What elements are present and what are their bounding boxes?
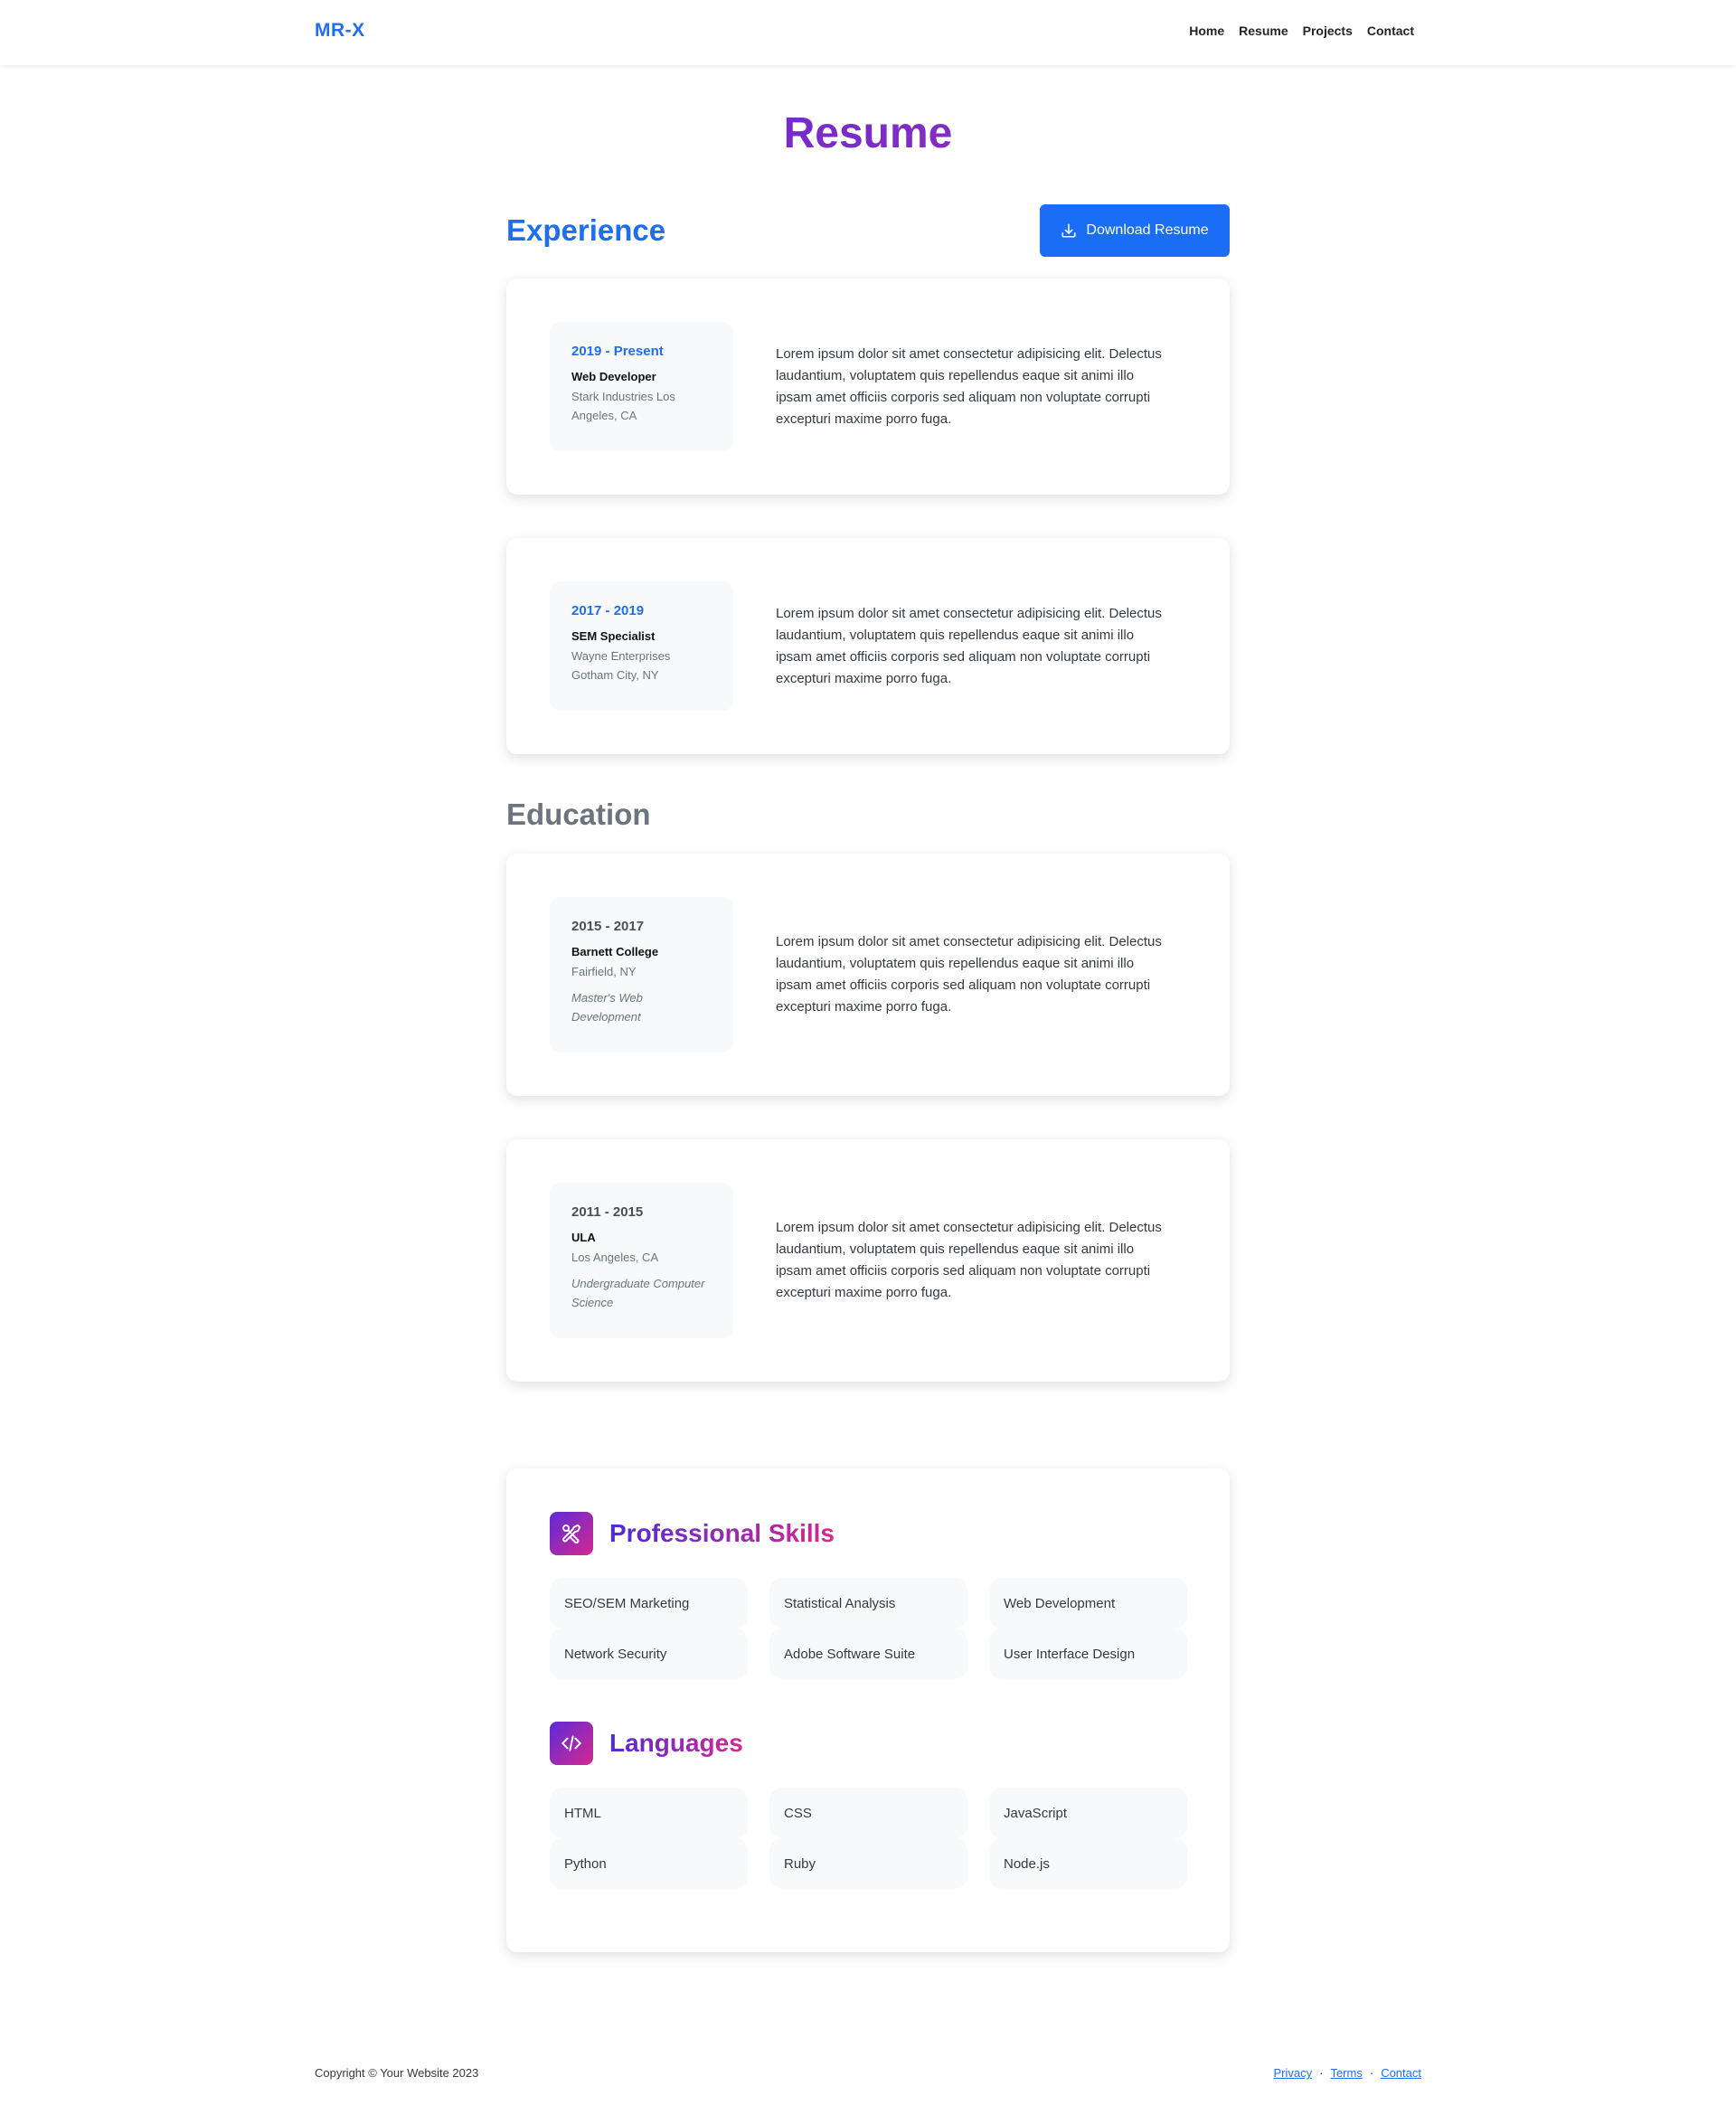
- languages-grid: HTML CSS JavaScript Python Ruby Node.js: [550, 1788, 1187, 1889]
- language-chip: Ruby: [769, 1838, 967, 1889]
- footer-link-contact[interactable]: Contact: [1381, 2066, 1421, 2080]
- experience-heading: Experience: [506, 213, 666, 247]
- education-meta: 2015 - 2017 Barnett College Fairfield, N…: [550, 897, 733, 1052]
- navbar: MR-X Home Resume Projects Contact: [0, 0, 1736, 65]
- experience-company: Stark Industries Los Angeles, CA: [571, 390, 675, 422]
- footer-separator: ·: [1369, 2066, 1374, 2080]
- download-icon: [1061, 223, 1076, 238]
- education-card: 2015 - 2017 Barnett College Fairfield, N…: [506, 854, 1230, 1096]
- education-description: Lorem ipsum dolor sit amet consectetur a…: [776, 1220, 1162, 1300]
- skill-chip: User Interface Design: [989, 1628, 1187, 1679]
- code-icon: [550, 1722, 593, 1765]
- education-meta: 2011 - 2015 ULA Los Angeles, CA Undergra…: [550, 1183, 733, 1338]
- education-degree: Undergraduate Computer Science: [571, 1277, 705, 1309]
- download-resume-button[interactable]: Download Resume: [1040, 204, 1230, 257]
- brand-logo[interactable]: MR-X: [315, 20, 365, 42]
- skills-grid: SEO/SEM Marketing Statistical Analysis W…: [550, 1578, 1187, 1679]
- nav-link-projects[interactable]: Projects: [1303, 24, 1353, 38]
- nav-links: Home Resume Projects Contact: [1189, 24, 1414, 38]
- page-title: Resume: [0, 109, 1736, 158]
- experience-description: Lorem ipsum dolor sit amet consectetur a…: [776, 346, 1162, 427]
- education-location: Fairfield, NY: [571, 965, 637, 978]
- language-chip: HTML: [550, 1788, 748, 1838]
- nav-link-home[interactable]: Home: [1189, 24, 1224, 38]
- professional-skills-title: Professional Skills: [609, 1519, 835, 1547]
- experience-description: Lorem ipsum dolor sit amet consectetur a…: [776, 606, 1162, 686]
- languages-header: Languages: [550, 1722, 743, 1765]
- languages-title: Languages: [609, 1729, 743, 1757]
- education-date: 2015 - 2017: [571, 919, 645, 934]
- education-degree: Master's Web Development: [571, 991, 643, 1024]
- education-date: 2011 - 2015: [571, 1204, 644, 1220]
- education-description: Lorem ipsum dolor sit amet consectetur a…: [776, 934, 1162, 1015]
- education-location: Los Angeles, CA: [571, 1251, 659, 1264]
- experience-date: 2017 - 2019: [571, 603, 645, 618]
- language-chip: JavaScript: [989, 1788, 1187, 1838]
- language-chip: Node.js: [989, 1838, 1187, 1889]
- skill-chip: Web Development: [989, 1578, 1187, 1628]
- education-school: ULA: [571, 1231, 596, 1244]
- skill-chip: Statistical Analysis: [769, 1578, 967, 1628]
- footer-separator: ·: [1319, 2066, 1324, 2080]
- experience-card: 2017 - 2019 SEM Specialist Wayne Enterpr…: [506, 538, 1230, 754]
- tools-icon: [550, 1512, 593, 1555]
- experience-meta: 2019 - Present Web Developer Stark Indus…: [550, 322, 733, 451]
- experience-card: 2019 - Present Web Developer Stark Indus…: [506, 278, 1230, 495]
- experience-title: Web Developer: [571, 370, 656, 383]
- language-chip: CSS: [769, 1788, 967, 1838]
- footer-link-terms[interactable]: Terms: [1330, 2066, 1362, 2080]
- nav-link-resume[interactable]: Resume: [1239, 24, 1288, 38]
- education-heading: Education: [506, 798, 651, 831]
- download-resume-label: Download Resume: [1086, 222, 1209, 238]
- skill-chip: SEO/SEM Marketing: [550, 1578, 748, 1628]
- footer-copyright: Copyright © Your Website 2023: [315, 2066, 479, 2080]
- nav-link-contact[interactable]: Contact: [1367, 24, 1414, 38]
- skill-chip: Adobe Software Suite: [769, 1628, 967, 1679]
- footer-link-privacy[interactable]: Privacy: [1273, 2066, 1312, 2080]
- education-school: Barnett College: [571, 945, 659, 958]
- experience-date: 2019 - Present: [571, 344, 664, 359]
- experience-meta: 2017 - 2019 SEM Specialist Wayne Enterpr…: [550, 581, 733, 711]
- skills-card: Professional Skills SEO/SEM Marketing St…: [506, 1468, 1230, 1952]
- education-card: 2011 - 2015 ULA Los Angeles, CA Undergra…: [506, 1139, 1230, 1382]
- footer-links: Privacy · Terms · Contact: [1273, 2066, 1421, 2080]
- experience-company: Wayne Enterprises Gotham City, NY: [571, 649, 671, 682]
- professional-skills-header: Professional Skills: [550, 1512, 835, 1555]
- experience-title: SEM Specialist: [571, 629, 656, 643]
- language-chip: Python: [550, 1838, 748, 1889]
- skill-chip: Network Security: [550, 1628, 748, 1679]
